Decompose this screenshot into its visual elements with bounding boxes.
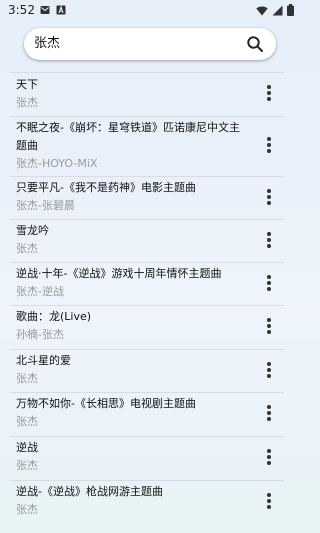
song-item[interactable]: 天下 张杰: [10, 72, 284, 116]
status-bar: 3:52: [0, 0, 300, 22]
more-vertical-icon[interactable]: [262, 360, 276, 380]
more-vertical-icon[interactable]: [262, 83, 276, 103]
song-title: 北斗星的爱: [16, 354, 71, 367]
more-vertical-icon[interactable]: [262, 230, 276, 250]
song-item[interactable]: 歌曲：龙(Live) 孙楠-张杰: [10, 305, 284, 349]
song-item[interactable]: 逆战-《逆战》枪战网游主题曲 张杰: [10, 480, 284, 524]
song-artist: 张杰: [16, 96, 38, 109]
more-vertical-icon[interactable]: [262, 403, 276, 423]
song-title: 歌曲：龙(Live): [16, 310, 92, 323]
more-vertical-icon[interactable]: [262, 273, 276, 293]
signal-icon: [272, 5, 283, 15]
song-title: 雪龙吟: [16, 224, 49, 237]
song-title: 只要平凡-《我不是药神》电影主题曲: [16, 181, 196, 194]
more-vertical-icon[interactable]: [262, 491, 276, 511]
song-list: 天下 张杰 不眠之夜-《崩坏：星穹铁道》匹诺康尼中文主题曲 张杰-HOYO-Mi…: [10, 72, 284, 524]
wifi-icon: [256, 5, 268, 15]
song-artist: 张杰: [16, 503, 38, 516]
song-artist: 张杰: [16, 415, 38, 428]
more-vertical-icon[interactable]: [262, 135, 276, 155]
app-notification-icon: [56, 5, 66, 15]
mail-notification-icon: [40, 6, 50, 14]
song-artist: 张杰-逆战: [16, 285, 64, 298]
song-item[interactable]: 北斗星的爱 张杰: [10, 349, 284, 392]
search-input[interactable]: [34, 28, 234, 60]
song-item[interactable]: 不眠之夜-《崩坏：星穹铁道》匹诺康尼中文主题曲 张杰-HOYO-MiX: [10, 116, 284, 176]
song-title: 不眠之夜-《崩坏：星穹铁道》匹诺康尼中文主题曲: [16, 121, 240, 152]
search-bar: [24, 28, 276, 60]
song-title: 逆战·十年-《逆战》游戏十周年情怀主题曲: [16, 267, 222, 280]
song-artist: 张杰: [16, 242, 38, 255]
song-artist: 孙楠-张杰: [16, 328, 64, 341]
more-vertical-icon[interactable]: [262, 447, 276, 467]
status-time: 3:52: [8, 3, 35, 17]
song-item[interactable]: 逆战·十年-《逆战》游戏十周年情怀主题曲 张杰-逆战: [10, 262, 284, 305]
search-icon[interactable]: [246, 35, 264, 53]
song-artist: 张杰: [16, 459, 38, 472]
song-title: 天下: [16, 78, 38, 91]
song-title: 逆战: [16, 441, 38, 454]
song-item[interactable]: 万物不如你-《长相思》电视剧主题曲 张杰: [10, 392, 284, 436]
song-item[interactable]: 只要平凡-《我不是药神》电影主题曲 张杰-张碧晨: [10, 176, 284, 219]
song-artist: 张杰: [16, 372, 38, 385]
more-vertical-icon[interactable]: [262, 187, 276, 207]
status-right-icons: [256, 4, 294, 16]
song-artist: 张杰-HOYO-MiX: [16, 157, 98, 170]
battery-icon: [287, 4, 294, 16]
song-title: 逆战-《逆战》枪战网游主题曲: [16, 485, 163, 498]
song-item[interactable]: 逆战 张杰: [10, 436, 284, 480]
song-title: 万物不如你-《长相思》电视剧主题曲: [16, 397, 196, 410]
song-item[interactable]: 雪龙吟 张杰: [10, 219, 284, 262]
song-artist: 张杰-张碧晨: [16, 199, 75, 212]
more-vertical-icon[interactable]: [262, 316, 276, 336]
